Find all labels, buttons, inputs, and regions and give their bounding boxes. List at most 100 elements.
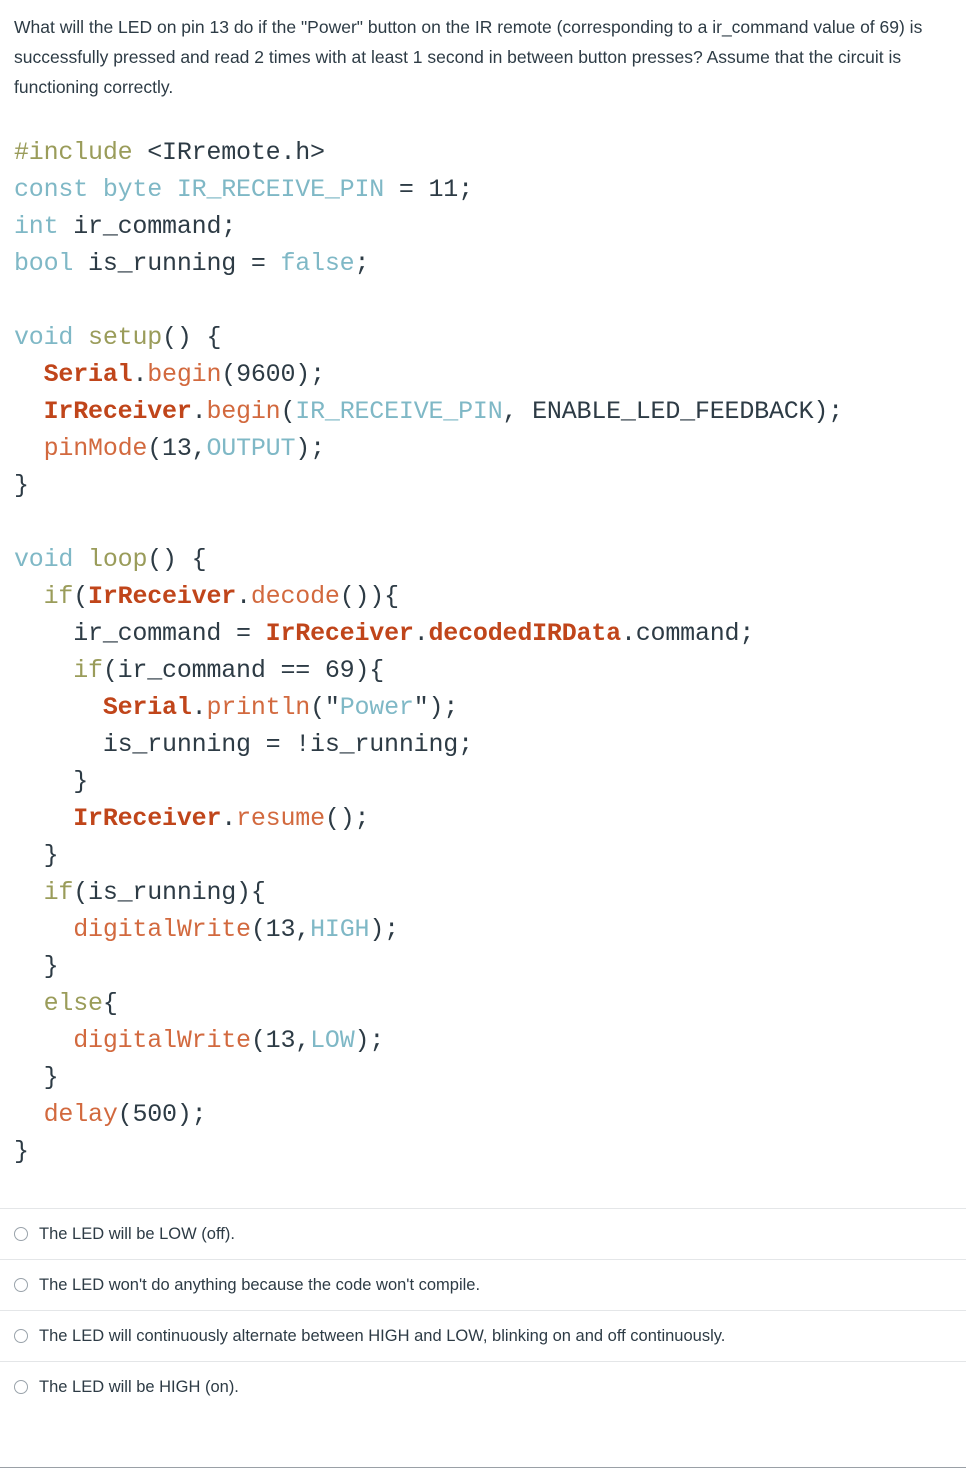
code-token: .command; xyxy=(620,619,755,649)
code-token: decode xyxy=(250,582,340,612)
code-line: if(IrReceiver.decode()){ xyxy=(14,578,952,615)
code-token: } xyxy=(14,952,59,982)
code-token: } xyxy=(14,471,29,501)
code-token: . xyxy=(221,804,237,834)
code-token: ir_command; xyxy=(58,212,237,242)
radio-button-icon[interactable] xyxy=(14,1329,28,1344)
code-token: . xyxy=(413,619,429,649)
code-token: 9600 xyxy=(236,360,296,390)
code-token: ); xyxy=(295,360,325,390)
code-line: Serial.begin(9600); xyxy=(14,356,952,393)
code-token: ( xyxy=(73,582,89,612)
code-line: } xyxy=(14,837,952,874)
code-token: 13 xyxy=(162,434,192,464)
code-line: ir_command = IrReceiver.decodedIRData.co… xyxy=(14,615,952,652)
code-token: int xyxy=(14,212,59,242)
question-prompt: What will the LED on pin 13 do if the "P… xyxy=(14,17,923,98)
code-token: Power xyxy=(339,693,414,723)
answer-option-label: The LED won't do anything because the co… xyxy=(39,1276,481,1295)
code-token: Serial xyxy=(43,360,133,390)
code-token: void xyxy=(14,323,74,353)
code-token: begin xyxy=(147,360,222,390)
code-line: void setup() { xyxy=(14,319,952,356)
code-token: IrReceiver xyxy=(73,804,222,834)
code-token: digitalWrite xyxy=(73,915,251,945)
radio-button-icon[interactable] xyxy=(14,1227,28,1242)
code-token: IrReceiver xyxy=(43,397,192,427)
code-token: ); xyxy=(295,434,325,464)
code-token: ( xyxy=(147,434,163,464)
answer-option-2[interactable]: The LED won't do anything because the co… xyxy=(0,1260,966,1312)
code-token: resume xyxy=(236,804,325,834)
code-line: } xyxy=(14,467,952,504)
code-line: int ir_command; xyxy=(14,208,952,245)
code-token: ir_command = xyxy=(14,619,266,649)
answer-option-4[interactable]: The LED will be HIGH (on). xyxy=(0,1362,966,1413)
code-token: ; xyxy=(354,249,370,279)
code-token: decodedIRData xyxy=(428,619,622,649)
code-token: } xyxy=(14,1063,59,1093)
code-token: delay xyxy=(43,1100,118,1130)
code-token: ; xyxy=(458,175,473,205)
code-token: if xyxy=(43,878,74,908)
code-token: setup xyxy=(88,323,163,353)
code-token: 500 xyxy=(132,1100,177,1130)
answer-option-label: The LED will be LOW (off). xyxy=(39,1225,235,1244)
code-token: const byte xyxy=(14,175,163,205)
code-token: (" xyxy=(310,693,340,723)
code-token: "); xyxy=(413,693,459,723)
code-token: false xyxy=(280,249,355,279)
code-token: void xyxy=(14,545,74,575)
answer-option-1[interactable]: The LED will be LOW (off). xyxy=(0,1209,966,1261)
code-token: if xyxy=(43,582,74,612)
code-token: ); xyxy=(176,1100,207,1130)
code-line: void loop() { xyxy=(14,541,952,578)
code-token: begin xyxy=(206,397,281,427)
code-token: ( xyxy=(250,915,266,945)
code-line: } xyxy=(14,763,952,800)
answer-option-3[interactable]: The LED will continuously alternate betw… xyxy=(0,1311,966,1363)
code-line: if(is_running){ xyxy=(14,874,952,911)
code-token: { xyxy=(102,989,118,1019)
code-line: bool is_running = false; xyxy=(14,245,952,282)
radio-button-icon[interactable] xyxy=(14,1380,28,1395)
code-token: OUTPUT xyxy=(206,434,296,464)
code-line: delay(500); xyxy=(14,1096,952,1133)
code-line: } xyxy=(14,948,952,985)
code-token: #include xyxy=(14,138,133,168)
code-line: Serial.println("Power"); xyxy=(14,689,952,726)
code-line: } xyxy=(14,1059,952,1096)
code-token: HIGH xyxy=(310,915,370,945)
radio-button-icon[interactable] xyxy=(14,1278,28,1293)
code-token: } xyxy=(14,767,89,797)
code-token: loop xyxy=(88,545,148,575)
code-token: ( xyxy=(280,397,296,427)
code-token: = xyxy=(384,175,429,205)
code-token: LOW xyxy=(310,1026,355,1056)
code-token: 11 xyxy=(428,175,459,205)
answer-option-label: The LED will continuously alternate betw… xyxy=(39,1327,726,1346)
code-token: , xyxy=(191,434,207,464)
code-token: , ENABLE_LED_FEEDBACK); xyxy=(502,397,844,427)
code-token: ( xyxy=(221,360,237,390)
code-token: else xyxy=(43,989,103,1019)
code-token: <IRremote.h> xyxy=(132,138,325,168)
code-token: ); xyxy=(354,1026,385,1056)
code-token: IrReceiver xyxy=(88,582,237,612)
code-token: if xyxy=(73,656,103,686)
code-token: () { xyxy=(147,545,207,575)
code-line: is_running = !is_running; xyxy=(14,726,952,763)
code-line: #include <IRremote.h> xyxy=(14,134,952,171)
